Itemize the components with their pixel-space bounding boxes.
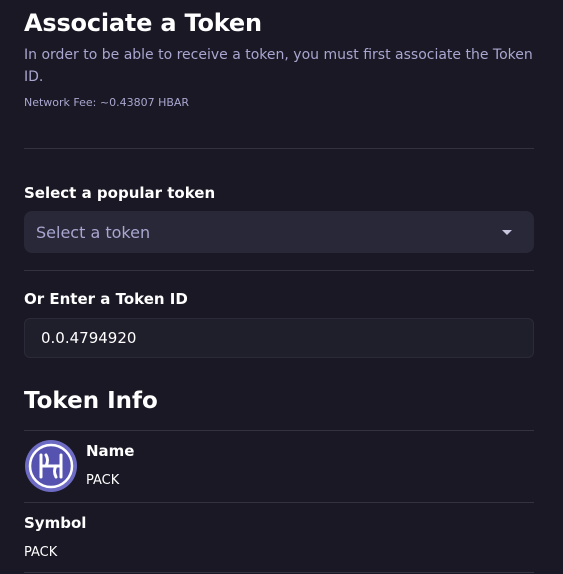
divider: [24, 430, 534, 431]
name-label: Name: [86, 442, 135, 460]
symbol-value: PACK: [24, 545, 58, 560]
pack-logo-icon: [25, 440, 77, 492]
network-fee: Network Fee: ~0.43807 HBAR: [24, 96, 190, 109]
symbol-label: Symbol: [24, 514, 87, 532]
divider: [24, 502, 534, 503]
token-id-label: Or Enter a Token ID: [24, 290, 188, 308]
divider: [24, 148, 534, 149]
divider: [24, 270, 534, 271]
token-info-title: Token Info: [24, 388, 158, 414]
associate-token-panel: Associate a Token In order to be able to…: [0, 0, 563, 574]
select-placeholder: Select a token: [36, 222, 151, 242]
page-title: Associate a Token: [24, 9, 262, 37]
page-description: In order to be able to receive a token, …: [24, 47, 533, 85]
popular-token-select[interactable]: Select a token: [24, 211, 534, 253]
token-id-input[interactable]: [24, 318, 534, 358]
name-value: PACK: [86, 473, 120, 488]
divider: [24, 572, 534, 573]
caret-down-icon: [502, 229, 512, 235]
popular-token-label: Select a popular token: [24, 184, 216, 202]
